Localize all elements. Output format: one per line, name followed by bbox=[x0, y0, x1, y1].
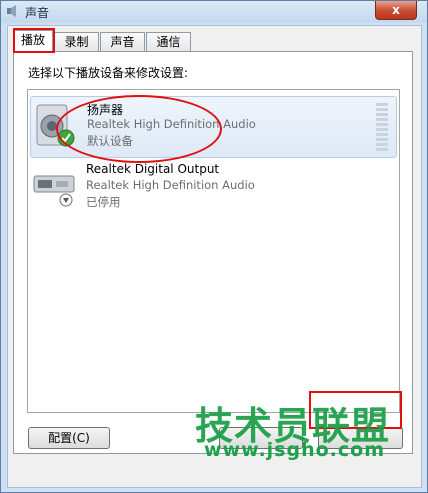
digital-output-icon bbox=[33, 175, 75, 207]
title-bar[interactable]: 声音 x bbox=[1, 1, 427, 23]
close-icon: x bbox=[392, 3, 400, 17]
device-item-speaker[interactable]: 扬声器 Realtek High Definition Audio 默认设备 bbox=[30, 96, 397, 158]
tab-recording[interactable]: 录制 bbox=[54, 32, 99, 51]
device-list[interactable]: 扬声器 Realtek High Definition Audio 默认设备 R… bbox=[27, 89, 400, 413]
device-name: 扬声器 bbox=[87, 103, 124, 117]
speaker-icon bbox=[36, 104, 75, 147]
tab-communications[interactable]: 通信 bbox=[146, 32, 191, 51]
tab-sounds[interactable]: 声音 bbox=[100, 32, 145, 51]
tab-label: 通信 bbox=[156, 35, 181, 49]
device-name: Realtek Digital Output bbox=[86, 162, 220, 176]
device-description: Realtek High Definition Audio bbox=[86, 178, 255, 192]
instruction-label: 选择以下播放设备来修改设置: bbox=[28, 66, 189, 80]
tab-label: 录制 bbox=[64, 35, 89, 49]
device-status: 已停用 bbox=[86, 195, 121, 209]
window-title: 声音 bbox=[25, 6, 50, 20]
device-status: 默认设备 bbox=[87, 134, 133, 148]
speaker-title-icon bbox=[7, 5, 16, 17]
tab-playback[interactable]: 播放 bbox=[13, 28, 55, 53]
device-item-digital-output[interactable]: Realtek Digital Output Realtek High Defi… bbox=[30, 158, 397, 220]
volume-meter bbox=[376, 103, 388, 153]
tab-label: 播放 bbox=[20, 33, 45, 47]
close-button[interactable]: x bbox=[375, 1, 417, 20]
playback-panel: 选择以下播放设备来修改设置: 扬声器 Realtek High Definiti… bbox=[13, 51, 413, 454]
configure-button[interactable]: 配置(C) bbox=[28, 427, 110, 449]
tab-label: 声音 bbox=[110, 35, 135, 49]
watermark-url: www.jsgho.com bbox=[204, 439, 385, 461]
device-description: Realtek High Definition Audio bbox=[87, 117, 256, 131]
sound-dialog: 声音 x 播放 录制 声音 通信 选择以下播放设备来修改设置: 扬声器 Real… bbox=[0, 0, 428, 493]
